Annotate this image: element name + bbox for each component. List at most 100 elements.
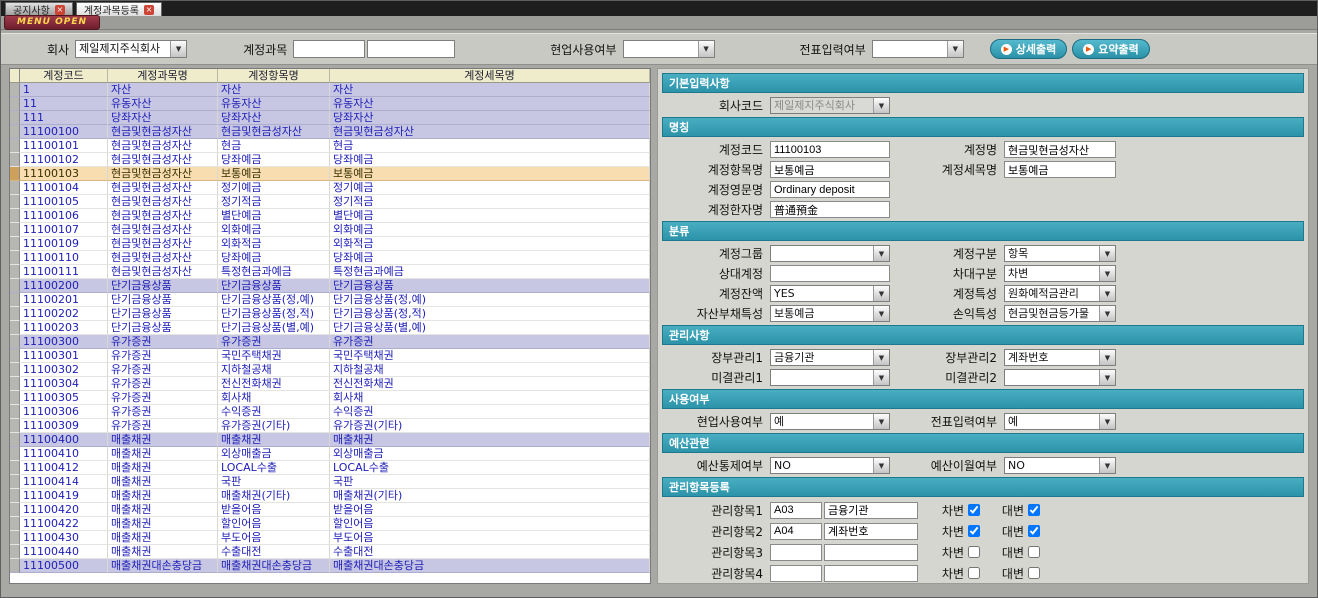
account-detail-cell: 자산 (330, 83, 650, 97)
table-row[interactable]: 11100301 유가증권 국민주택채권 국민주택채권 (10, 349, 650, 363)
table-row[interactable]: 1 자산 자산 자산 (10, 83, 650, 97)
tab-account-registration[interactable]: 계정과목등록 × (76, 2, 162, 16)
account-name-input[interactable] (367, 40, 455, 58)
table-row[interactable]: 11100440 매출채권 수출대전 수출대전 (10, 545, 650, 559)
table-row[interactable]: 11100305 유가증권 회사채 회사채 (10, 391, 650, 405)
mgmt-item-name-input[interactable] (824, 565, 918, 582)
credit-checkbox[interactable] (1028, 525, 1040, 537)
account-item-cell: 당좌자산 (218, 111, 330, 125)
mgmt-item-code-input[interactable] (770, 565, 822, 582)
close-icon[interactable]: × (144, 5, 154, 15)
account-code-input[interactable] (293, 40, 365, 58)
account-item-cell: 외화예금 (218, 223, 330, 237)
budget-control-select[interactable]: NO ▼ (770, 457, 890, 474)
debit-checkbox[interactable] (968, 546, 980, 558)
summary-print-button[interactable]: ▶ 요약출력 (1072, 39, 1149, 59)
row-selector-cell (10, 223, 20, 237)
account-division-label: 계정구분 (892, 245, 1002, 262)
table-row[interactable]: 11 유동자산 유동자산 유동자산 (10, 97, 650, 111)
open-mgmt2-select[interactable]: ▼ (1004, 369, 1116, 386)
table-row[interactable]: 11100107 현금및현금성자산 외화예금 외화예금 (10, 223, 650, 237)
table-row[interactable]: 11100410 매출채권 외상매출금 외상매출금 (10, 447, 650, 461)
table-row[interactable]: 11100400 매출채권 매출채권 매출채권 (10, 433, 650, 447)
table-row[interactable]: 11100302 유가증권 지하철공채 지하철공채 (10, 363, 650, 377)
table-row[interactable]: 11100306 유가증권 수익증권 수익증권 (10, 405, 650, 419)
asset-liability-trait-select[interactable]: 보통예금 ▼ (770, 305, 890, 322)
account-name-cell: 매출채권 (108, 433, 218, 447)
table-row[interactable]: 11100304 유가증권 전신전화채권 전신전화채권 (10, 377, 650, 391)
table-row[interactable]: 11100201 단기금융상품 단기금융상품(정,예) 단기금융상품(정,예) (10, 293, 650, 307)
table-row[interactable]: 11100106 현금및현금성자산 별단예금 별단예금 (10, 209, 650, 223)
debit-checkbox[interactable] (968, 567, 980, 579)
table-row[interactable]: 11100103 현금및현금성자산 보통예금 보통예금 (10, 167, 650, 181)
credit-checkbox[interactable] (1028, 546, 1040, 558)
table-row[interactable]: 11100300 유가증권 유가증권 유가증권 (10, 335, 650, 349)
account-name-field[interactable] (1004, 141, 1116, 158)
table-row[interactable]: 11100202 단기금융상품 단기금융상품(정,적) 단기금융상품(정,적) (10, 307, 650, 321)
company-select-value: 제일제지주식회사 (76, 41, 170, 57)
mgmt-item-row: 관리항목1 차변 대변 (662, 500, 1304, 520)
item-name-field[interactable] (770, 161, 890, 178)
credit-checkbox[interactable] (1028, 504, 1040, 516)
slip-entry-select[interactable]: ▼ (872, 40, 964, 58)
account-division-select[interactable]: 항목 ▼ (1004, 245, 1116, 262)
table-row[interactable]: 11100200 단기금융상품 단기금융상품 단기금융상품 (10, 279, 650, 293)
slip-entry-select[interactable]: 예 ▼ (1004, 413, 1116, 430)
detail-name-field[interactable] (1004, 161, 1116, 178)
table-row[interactable]: 11100430 매출채권 부도어음 부도어음 (10, 531, 650, 545)
debit-checkbox[interactable] (968, 525, 980, 537)
mgmt-item-code-input[interactable] (770, 523, 822, 540)
table-row[interactable]: 11100111 현금및현금성자산 특정현금과예금 특정현금과예금 (10, 265, 650, 279)
table-row[interactable]: 11100500 매출채권대손충당금 매출채권대손충당금 매출채권대손충당금 (10, 559, 650, 573)
account-balance-select[interactable]: YES ▼ (770, 285, 890, 302)
debit-checkbox[interactable] (968, 504, 980, 516)
chevron-down-icon: ▼ (873, 370, 889, 385)
table-row[interactable]: 11100414 매출채권 국판 국판 (10, 475, 650, 489)
mgmt-item-code-input[interactable] (770, 544, 822, 561)
slip-entry-value: 예 (1005, 414, 1099, 429)
table-row[interactable]: 11100412 매출채권 LOCAL수출 LOCAL수출 (10, 461, 650, 475)
menu-open-button[interactable]: MENU OPEN (4, 15, 100, 30)
open-mgmt1-select[interactable]: ▼ (770, 369, 890, 386)
field-use-select[interactable]: ▼ (623, 40, 715, 58)
mgmt-item-code-input[interactable] (770, 502, 822, 519)
table-row[interactable]: 11100309 유가증권 유가증권(기타) 유가증권(기타) (10, 419, 650, 433)
table-row[interactable]: 11100100 현금및현금성자산 현금및현금성자산 현금및현금성자산 (10, 125, 650, 139)
counter-account-field[interactable] (770, 265, 890, 282)
book-mgmt2-select[interactable]: 계좌번호 ▼ (1004, 349, 1116, 366)
account-code-cell: 11100103 (20, 167, 108, 181)
close-icon[interactable]: × (55, 5, 65, 15)
mgmt-item-name-input[interactable] (824, 523, 918, 540)
account-group-select[interactable]: ▼ (770, 245, 890, 262)
english-name-field[interactable] (770, 181, 890, 198)
company-select[interactable]: 제일제지주식회사 ▼ (75, 40, 187, 58)
account-item-cell: 외화적금 (218, 237, 330, 251)
account-code-field[interactable] (770, 141, 890, 158)
account-name-cell: 유가증권 (108, 363, 218, 377)
field-use-select[interactable]: 예 ▼ (770, 413, 890, 430)
table-row[interactable]: 11100420 매출채권 받을어음 받을어음 (10, 503, 650, 517)
table-row[interactable]: 11100422 매출채권 할인어음 할인어음 (10, 517, 650, 531)
table-row[interactable]: 11100101 현금및현금성자산 현금 현금 (10, 139, 650, 153)
budget-carryover-select[interactable]: NO ▼ (1004, 457, 1116, 474)
account-trait-select[interactable]: 원화예적금관리 ▼ (1004, 285, 1116, 302)
table-row[interactable]: 11100110 현금및현금성자산 당좌예금 당좌예금 (10, 251, 650, 265)
book-mgmt1-select[interactable]: 금융기관 ▼ (770, 349, 890, 366)
table-row[interactable]: 11100109 현금및현금성자산 외화적금 외화적금 (10, 237, 650, 251)
table-row[interactable]: 11100104 현금및현금성자산 정기예금 정기예금 (10, 181, 650, 195)
detail-print-button[interactable]: ▶ 상세출력 (990, 39, 1067, 59)
credit-checkbox[interactable] (1028, 567, 1040, 579)
hanja-name-field[interactable] (770, 201, 890, 218)
table-row[interactable]: 11100419 매출채권 매출채권(기타) 매출채권(기타) (10, 489, 650, 503)
debit-credit-division-select[interactable]: 차변 ▼ (1004, 265, 1116, 282)
chevron-down-icon: ▼ (873, 98, 889, 113)
table-row[interactable]: 11100105 현금및현금성자산 정기적금 정기적금 (10, 195, 650, 209)
mgmt-item-name-input[interactable] (824, 544, 918, 561)
table-row[interactable]: 111 당좌자산 당좌자산 당좌자산 (10, 111, 650, 125)
mgmt-item-name-input[interactable] (824, 502, 918, 519)
account-name-cell: 현금및현금성자산 (108, 167, 218, 181)
profit-loss-trait-select[interactable]: 현금및현금등가물 ▼ (1004, 305, 1116, 322)
tab-notice[interactable]: 공지사항 × (5, 2, 73, 16)
table-row[interactable]: 11100102 현금및현금성자산 당좌예금 당좌예금 (10, 153, 650, 167)
table-row[interactable]: 11100203 단기금융상품 단기금융상품(별,예) 단기금융상품(별,예) (10, 321, 650, 335)
